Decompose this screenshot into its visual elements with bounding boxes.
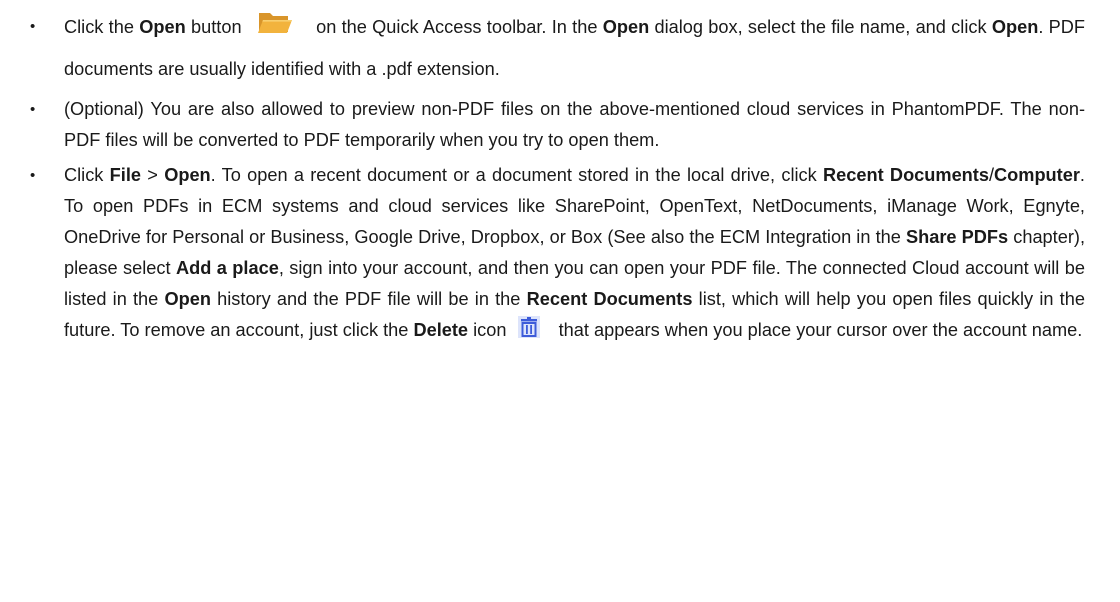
text-run: (Optional) You are also allowed to previ… bbox=[64, 99, 1085, 150]
text-run: dialog box, select the file name, and cl… bbox=[649, 17, 992, 37]
bold-recent-documents-label: Recent Documents bbox=[823, 165, 989, 185]
bold-add-a-place-label: Add a place bbox=[175, 258, 279, 278]
list-item-open-button: • Click the Open button on the Quick Acce… bbox=[30, 6, 1085, 90]
bold-open-label: Open bbox=[164, 165, 211, 185]
bold-open-label: Open bbox=[991, 17, 1039, 37]
trash-icon bbox=[517, 316, 540, 339]
text-run: > bbox=[141, 165, 165, 185]
bold-share-pdfs-label: Share PDFs bbox=[905, 227, 1009, 247]
text-run: . To open a recent document or a documen… bbox=[210, 165, 824, 185]
folder-open-icon bbox=[255, 9, 295, 37]
bold-open-label: Open bbox=[602, 17, 650, 37]
bullet-marker: • bbox=[30, 18, 36, 35]
bold-recent-documents-label: Recent Documents bbox=[526, 289, 693, 309]
bold-open-label: Open bbox=[164, 289, 211, 309]
bold-delete-label: Delete bbox=[413, 320, 469, 340]
text-run: on the Quick Access toolbar. In the bbox=[310, 17, 603, 37]
bold-open-label: Open bbox=[139, 17, 186, 37]
bold-computer-label: Computer bbox=[994, 165, 1080, 185]
text-run: icon bbox=[468, 320, 512, 340]
bold-file-label: File bbox=[109, 165, 142, 185]
bullet-marker: • bbox=[30, 101, 36, 118]
bullet-marker: • bbox=[30, 167, 36, 184]
list-item-optional-preview: • (Optional) You are also allowed to prev… bbox=[30, 94, 1085, 156]
text-run: that appears when you place your cursor … bbox=[553, 320, 1083, 340]
text-run: button bbox=[185, 17, 247, 37]
text-run: Click the bbox=[64, 17, 140, 37]
text-run: history and the PDF file will be in the bbox=[210, 289, 527, 309]
text-run: Click bbox=[64, 165, 110, 185]
list-item-file-open: • Click File > Open. To open a recent doc… bbox=[30, 160, 1085, 346]
document-page: • Click the Open button on the Quick Acce… bbox=[0, 0, 1120, 602]
instruction-list: • Click the Open button on the Quick Acce… bbox=[0, 6, 1120, 346]
